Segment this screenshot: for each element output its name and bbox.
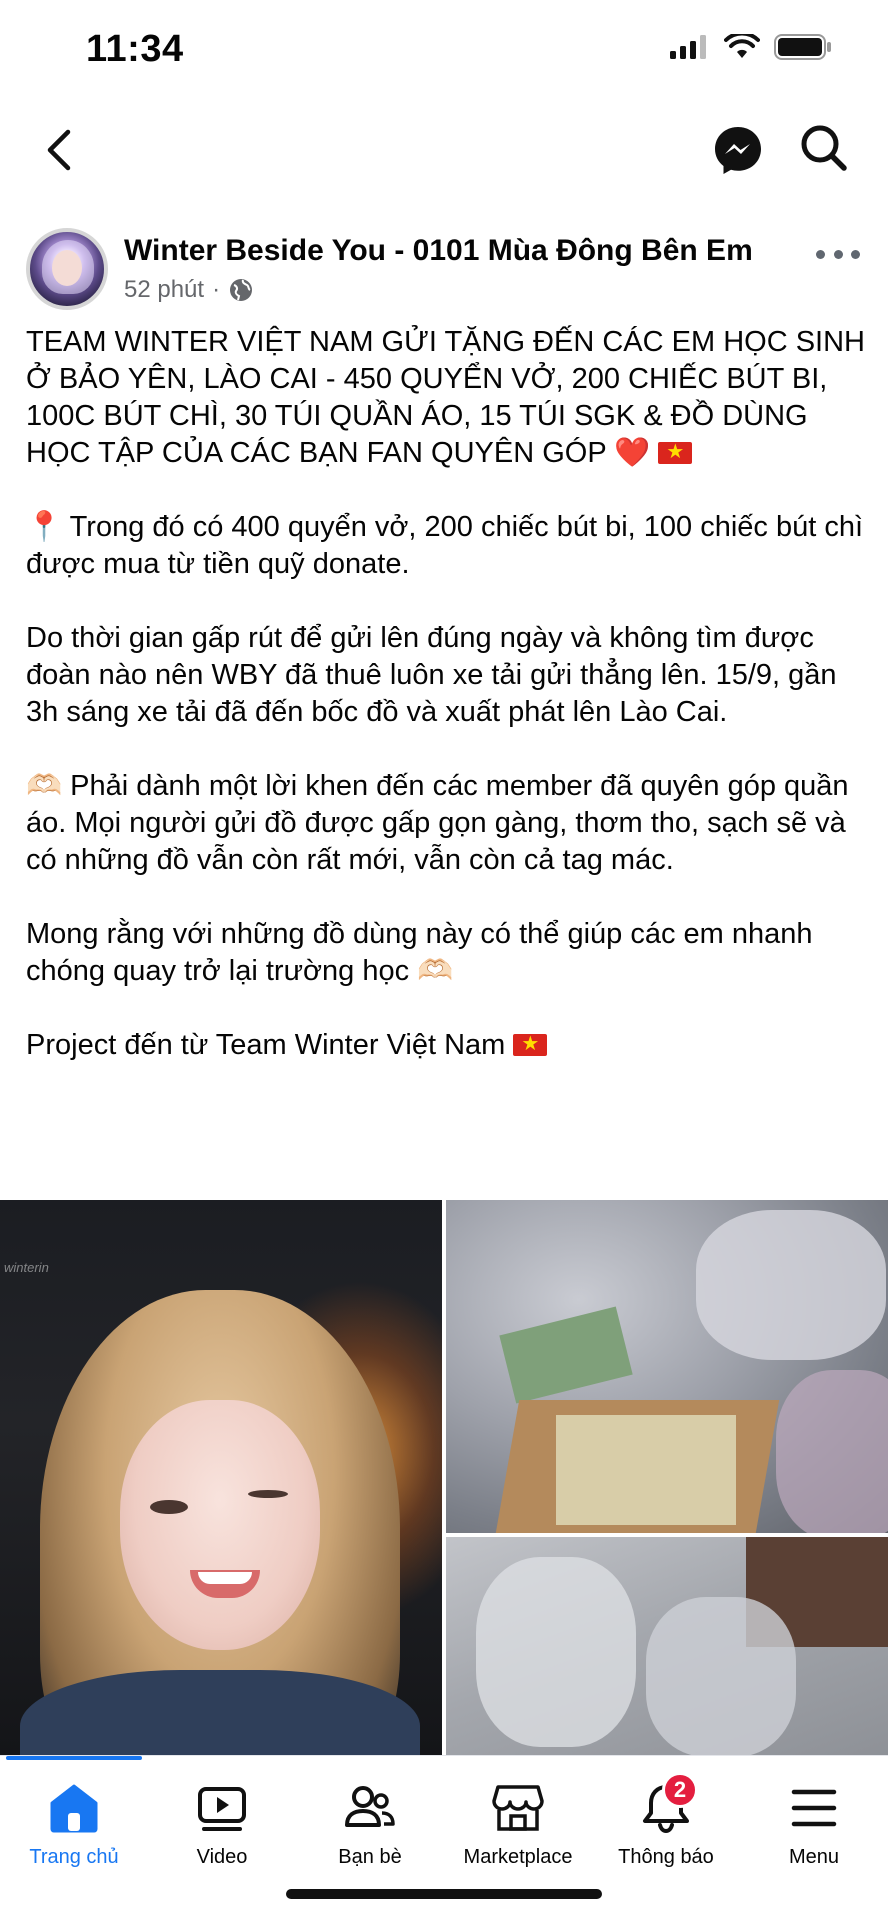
post-paragraph-2: 📍 Trong đó có 400 quyển vở, 200 chiếc bú… bbox=[26, 509, 866, 583]
back-button[interactable] bbox=[30, 122, 86, 178]
home-indicator bbox=[286, 1889, 602, 1899]
home-icon bbox=[50, 1784, 98, 1833]
messenger-button[interactable] bbox=[712, 124, 764, 176]
battery-icon bbox=[774, 34, 831, 60]
tab-label: Trang chủ bbox=[29, 1846, 119, 1868]
active-tab-indicator bbox=[6, 1756, 142, 1760]
tab-friends[interactable]: Bạn bè bbox=[296, 1780, 444, 1880]
photo-face bbox=[120, 1400, 320, 1650]
dot-icon bbox=[851, 249, 860, 259]
dot-icon bbox=[833, 249, 843, 259]
photo-book bbox=[499, 1306, 633, 1404]
page-avatar[interactable] bbox=[26, 228, 108, 310]
tab-label: Marketplace bbox=[463, 1846, 573, 1868]
photo-bag bbox=[646, 1597, 796, 1755]
pin-emoji: 📍 bbox=[26, 511, 63, 543]
post-header: Winter Beside You - 0101 Mùa Đông Bên Em… bbox=[0, 224, 888, 314]
avatar-face bbox=[52, 250, 82, 286]
photo-box-contents bbox=[556, 1415, 736, 1525]
photo-teeth bbox=[198, 1572, 252, 1584]
meta-separator: · bbox=[212, 276, 221, 303]
photo-bag bbox=[776, 1370, 888, 1533]
more-options-button[interactable] bbox=[816, 242, 860, 266]
dot-icon bbox=[816, 249, 825, 259]
messenger-icon bbox=[715, 127, 761, 174]
photo-bag bbox=[696, 1210, 886, 1360]
vietnam-flag-icon bbox=[513, 1030, 548, 1058]
post-body: TEAM WINTER VIỆT NAM GỬI TẶNG ĐẾN CÁC EM… bbox=[26, 324, 866, 1101]
video-icon bbox=[198, 1787, 246, 1831]
status-icons bbox=[670, 34, 832, 60]
post-text: Trong đó có 400 quyển vở, 200 chiếc bút … bbox=[26, 511, 864, 580]
cellular-signal-icon bbox=[670, 35, 706, 59]
photo-donation-bags[interactable] bbox=[446, 1537, 888, 1755]
notification-badge: 2 bbox=[662, 1772, 698, 1808]
post-paragraph-4: 🫶🏻 Phải dành một lời khen đến các member… bbox=[26, 768, 866, 879]
photo-donation-boxes[interactable] bbox=[446, 1200, 888, 1533]
photo-grid: winterin bbox=[0, 1200, 888, 1755]
post-paragraph-6: Project đến từ Team Winter Việt Nam bbox=[26, 1027, 866, 1064]
vietnam-flag-icon bbox=[658, 438, 693, 466]
search-button[interactable] bbox=[798, 122, 854, 178]
tab-label: Thông báo bbox=[618, 1846, 714, 1868]
photo-watermark: winterin bbox=[4, 1260, 49, 1275]
photo-bag bbox=[476, 1557, 636, 1747]
post-text: Project đến từ Team Winter Việt Nam bbox=[26, 1029, 506, 1061]
heart-hands-emoji: 🫶🏻 bbox=[26, 770, 63, 802]
status-time: 11:34 bbox=[86, 28, 184, 70]
top-nav bbox=[0, 110, 888, 190]
photo-singer[interactable]: winterin bbox=[0, 1200, 442, 1755]
heart-emoji: ❤️ bbox=[614, 437, 651, 469]
heart-hands-emoji: 🫶🏻 bbox=[417, 955, 454, 987]
globe-icon bbox=[230, 279, 253, 301]
post-meta: 52 phút · bbox=[124, 276, 254, 304]
post-paragraph-3: Do thời gian gấp rút để gửi lên đúng ngà… bbox=[26, 620, 866, 731]
search-icon bbox=[801, 125, 847, 171]
tab-menu[interactable]: Menu bbox=[740, 1780, 888, 1880]
wifi-icon bbox=[724, 34, 760, 58]
tab-label: Bạn bè bbox=[338, 1846, 402, 1868]
marketplace-icon bbox=[492, 1785, 544, 1831]
tab-notifications[interactable]: 2 Thông báo bbox=[592, 1772, 740, 1880]
photo-outfit bbox=[20, 1670, 420, 1755]
photo-eye bbox=[248, 1490, 288, 1498]
page-name[interactable]: Winter Beside You - 0101 Mùa Đông Bên Em bbox=[124, 234, 753, 268]
post-text: TEAM WINTER VIỆT NAM GỬI TẶNG ĐẾN CÁC EM… bbox=[26, 326, 865, 469]
chevron-left-icon bbox=[47, 129, 71, 171]
post-text: Phải dành một lời khen đến các member đã… bbox=[26, 770, 849, 876]
tab-marketplace[interactable]: Marketplace bbox=[444, 1780, 592, 1880]
photo-eye bbox=[150, 1500, 188, 1514]
friends-icon bbox=[345, 1786, 395, 1827]
post-paragraph-1: TEAM WINTER VIỆT NAM GỬI TẶNG ĐẾN CÁC EM… bbox=[26, 324, 866, 472]
post-text: Do thời gian gấp rút để gửi lên đúng ngà… bbox=[26, 622, 837, 728]
tab-video[interactable]: Video bbox=[148, 1780, 296, 1880]
tab-home[interactable]: Trang chủ bbox=[0, 1780, 148, 1880]
tab-label: Menu bbox=[788, 1846, 840, 1868]
post-paragraph-5: Mong rằng với những đồ dùng này có thể g… bbox=[26, 916, 866, 990]
tab-label: Video bbox=[196, 1846, 248, 1868]
status-bar: 11:34 bbox=[0, 0, 888, 100]
menu-icon bbox=[791, 1789, 837, 1827]
post-time[interactable]: 52 phút bbox=[124, 276, 204, 304]
